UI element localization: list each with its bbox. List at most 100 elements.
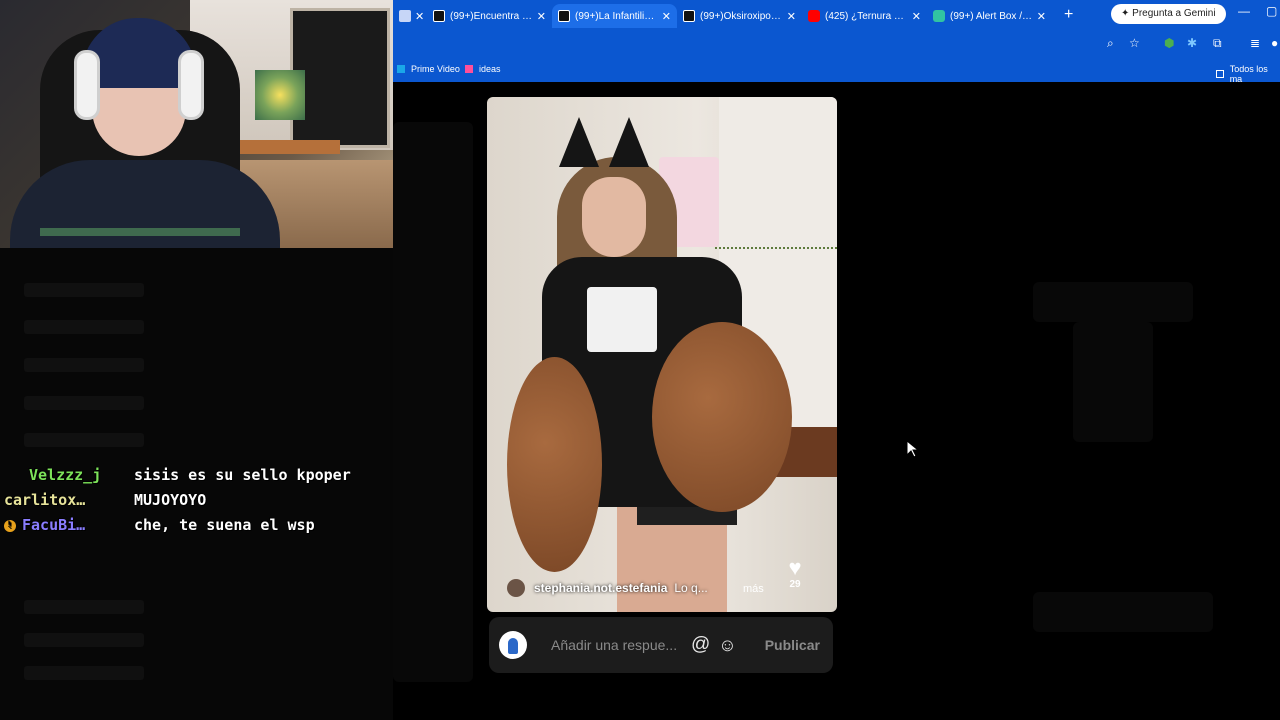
browser-window: ✕ (99+)Encuentra 'sol ✕ (99+)La Infantiliza… bbox=[393, 0, 1280, 720]
figma-icon bbox=[465, 65, 473, 73]
shield-extension-icon[interactable]: ⬢ bbox=[1164, 36, 1174, 50]
close-tab-icon[interactable]: ✕ bbox=[533, 10, 546, 23]
tab-title: (99+)La Infantilizació bbox=[575, 10, 658, 22]
streamlabs-icon bbox=[933, 10, 945, 22]
ask-gemini-button[interactable]: ✦ Pregunta a Gemini bbox=[1111, 4, 1226, 24]
bookmark-ideas[interactable]: ideas bbox=[465, 64, 501, 74]
close-tab-icon[interactable]: ✕ bbox=[908, 10, 921, 23]
faded-nav-row bbox=[24, 358, 144, 372]
restore-icon[interactable]: ▢ bbox=[1266, 4, 1277, 18]
tab-title: (99+)Encuentra 'sol bbox=[450, 10, 533, 22]
mention-icon[interactable]: @ bbox=[691, 634, 710, 656]
browser-tab[interactable]: ✕ bbox=[393, 4, 427, 28]
chat-username[interactable]: Velzzz_j bbox=[29, 466, 101, 484]
tab-title: (99+)Oksiroxipoxi ... bbox=[700, 10, 783, 22]
gemini-label: Pregunta a Gemini bbox=[1132, 8, 1216, 19]
creator-avatar[interactable] bbox=[507, 579, 525, 597]
like-count: 29 bbox=[789, 579, 801, 590]
chat-username[interactable]: carlitox… bbox=[4, 491, 85, 509]
webcam-feed bbox=[0, 0, 393, 248]
all-bookmarks-label: Todos los ma bbox=[1229, 64, 1268, 84]
fluffy-paw-left bbox=[507, 357, 602, 572]
faded-nav-row bbox=[24, 283, 144, 297]
mouse-cursor-icon bbox=[907, 441, 919, 458]
faded-nav-row bbox=[24, 666, 144, 680]
all-bookmarks[interactable]: Todos los ma bbox=[1216, 64, 1280, 84]
stream-chat: Velzzz_j sisis es su sello kpoper carlitox… bbox=[4, 466, 384, 541]
chat-badge-icon: ! bbox=[4, 519, 16, 532]
close-tab-icon[interactable]: ✕ bbox=[783, 10, 796, 23]
close-tab-icon[interactable]: ✕ bbox=[411, 10, 424, 23]
bookmark-label: Prime Video bbox=[411, 64, 460, 74]
page-content: stephania.not.estefania Lo q... más ♥ 29… bbox=[393, 82, 1280, 720]
shirt-print bbox=[587, 287, 657, 352]
close-tab-icon[interactable]: ✕ bbox=[1033, 10, 1046, 23]
faded-comment bbox=[1033, 592, 1213, 632]
user-avatar bbox=[499, 631, 527, 659]
webcam-window bbox=[290, 8, 390, 148]
chat-username[interactable]: FacuBi… bbox=[22, 516, 85, 534]
faded-comment bbox=[1033, 282, 1193, 322]
youtube-icon bbox=[808, 10, 820, 22]
bookmark-label: ideas bbox=[479, 64, 501, 74]
faded-nav-row bbox=[24, 600, 144, 614]
bookmark-prime-video[interactable]: Prime Video bbox=[397, 64, 460, 74]
more-link[interactable]: más bbox=[743, 583, 764, 595]
faded-side bbox=[393, 122, 473, 682]
video-player[interactable]: stephania.not.estefania Lo q... más ♥ 29 bbox=[487, 97, 837, 612]
headphone-left bbox=[74, 50, 100, 120]
chat-username-cell: ! FacuBi… bbox=[4, 516, 134, 534]
new-tab-button[interactable]: + bbox=[1052, 6, 1085, 24]
publish-button[interactable]: Publicar bbox=[765, 637, 820, 653]
minimize-icon[interactable]: — bbox=[1238, 4, 1250, 18]
reply-input[interactable] bbox=[551, 637, 681, 653]
video-description: Lo q... bbox=[674, 581, 708, 595]
creator-username[interactable]: stephania.not.estefania bbox=[534, 581, 667, 595]
headphone-right bbox=[178, 50, 204, 120]
browser-tab[interactable]: (99+)Encuentra 'sol ✕ bbox=[427, 4, 552, 28]
browser-tab[interactable]: (425) ¿Ternura o crin✕ bbox=[802, 4, 927, 28]
cat-ear-right bbox=[609, 117, 649, 167]
translate-extension-icon[interactable]: ✱ bbox=[1187, 36, 1197, 50]
chat-username-cell: Velzzz_j bbox=[4, 466, 134, 484]
chat-message: ! FacuBi… che, te suena el wsp bbox=[4, 516, 384, 534]
browser-tab[interactable]: (99+)La Infantilizació✕ bbox=[552, 4, 677, 28]
fluffy-paw-right bbox=[652, 322, 792, 512]
webcam-sweater-stripe bbox=[40, 228, 240, 236]
prime-video-icon bbox=[397, 65, 405, 73]
tab-title: (425) ¿Ternura o crin bbox=[825, 10, 908, 22]
faded-nav-row bbox=[24, 320, 144, 334]
reply-bar: @ ☺ Publicar bbox=[489, 617, 833, 673]
profile-avatar-icon[interactable]: ● bbox=[1271, 36, 1278, 50]
gemini-sparkle-icon: ✦ bbox=[1121, 8, 1130, 19]
faded-nav-row bbox=[24, 633, 144, 647]
browser-tab[interactable]: (99+)Oksiroxipoxi ... ✕ bbox=[677, 4, 802, 28]
emoji-icon[interactable]: ☺ bbox=[718, 635, 736, 656]
tiktok-icon bbox=[558, 10, 570, 22]
heart-icon: ♥ bbox=[788, 555, 802, 580]
like-button[interactable]: ♥ 29 bbox=[782, 555, 808, 591]
address-bar: ⌕ ☆ ⬢ ✱ ⧉ ≣ ● bbox=[393, 28, 1280, 58]
chat-message-text: che, te suena el wsp bbox=[134, 516, 315, 534]
bookmark-star-icon[interactable]: ☆ bbox=[1129, 36, 1140, 50]
chat-message-text: sisis es su sello kpoper bbox=[134, 466, 351, 484]
extensions-puzzle-icon[interactable]: ⧉ bbox=[1213, 36, 1222, 51]
video-caption: stephania.not.estefania Lo q... bbox=[507, 579, 708, 597]
cat-ear-left bbox=[559, 117, 599, 167]
chat-message: Velzzz_j sisis es su sello kpoper bbox=[4, 466, 384, 484]
close-tab-icon[interactable]: ✕ bbox=[658, 10, 671, 23]
tiktok-icon bbox=[683, 10, 695, 22]
browser-tab[interactable]: (99+) Alert Box / Str ✕ bbox=[927, 4, 1052, 28]
bookmarks-bar: Prime Video ideas Todos los ma bbox=[393, 58, 1280, 84]
folder-icon bbox=[1216, 70, 1224, 78]
doc-icon bbox=[399, 10, 411, 22]
tab-title: (99+) Alert Box / Str bbox=[950, 10, 1033, 22]
faded-thumbnail bbox=[1073, 322, 1153, 442]
stream-screen: Velzzz_j sisis es su sello kpoper carlitox… bbox=[0, 0, 1280, 720]
webcam-painting bbox=[255, 70, 305, 120]
zoom-icon[interactable]: ⌕ bbox=[1107, 36, 1114, 51]
faded-nav-row bbox=[24, 433, 144, 447]
video-person-face bbox=[582, 177, 646, 257]
chat-username-cell: carlitox… bbox=[4, 491, 134, 509]
media-queue-icon[interactable]: ≣ bbox=[1250, 36, 1260, 50]
